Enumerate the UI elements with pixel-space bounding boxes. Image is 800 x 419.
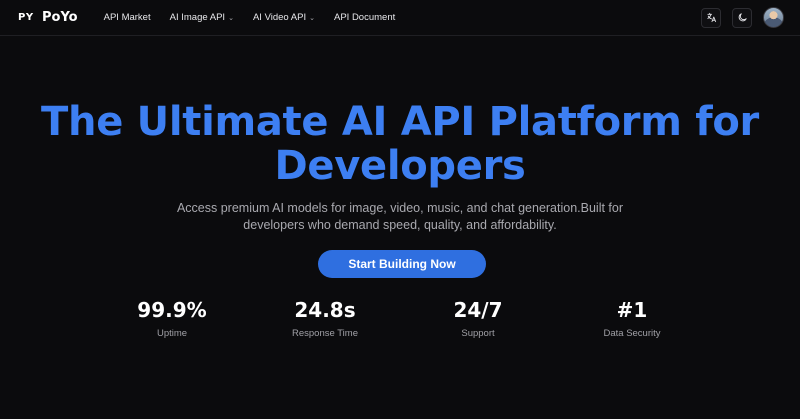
translate-icon — [706, 12, 716, 23]
nav-api-document[interactable]: API Document — [334, 12, 395, 23]
nav-ai-image-api-label: AI Image API — [169, 12, 226, 23]
hero-title: The Ultimate AI API Platform for Develop… — [0, 100, 800, 188]
stat-label: Data Security — [603, 328, 661, 339]
stat-value: 24/7 — [453, 298, 503, 322]
start-building-button[interactable]: Start Building Now — [318, 250, 486, 278]
user-avatar[interactable] — [763, 7, 784, 28]
hero-subtitle-line-1: Access premium AI models for image, vide… — [176, 201, 624, 215]
nav-ai-video-api[interactable]: AI Video API ⌄ — [253, 12, 315, 23]
nav-ai-video-api-label: AI Video API — [252, 12, 307, 23]
brand-mark: PY — [18, 12, 34, 23]
stat-value: 99.9% — [137, 298, 207, 322]
stat-response-time: 24.8s Response Time — [260, 297, 390, 339]
stat-value: 24.8s — [294, 298, 356, 322]
chevron-down-icon: ⌄ — [228, 14, 234, 22]
stat-uptime: 99.9% Uptime — [107, 297, 237, 339]
nav-api-market[interactable]: API Market — [104, 12, 151, 23]
theme-toggle-button[interactable] — [732, 7, 752, 28]
main-nav: API Market AI Image API ⌄ AI Video API ⌄… — [104, 12, 415, 23]
header-actions — [701, 7, 784, 28]
hero-subtitle-line-2: developers who demand speed, quality, an… — [243, 218, 557, 232]
stat-support: 24/7 Support — [413, 297, 543, 339]
brand-name: PoYo — [42, 10, 78, 25]
nav-api-market-label: API Market — [103, 12, 151, 23]
stat-label: Response Time — [291, 328, 358, 339]
chevron-down-icon: ⌄ — [309, 14, 315, 22]
language-button[interactable] — [701, 7, 721, 28]
stat-label: Uptime — [156, 328, 188, 339]
hero-subtitle: Access premium AI models for image, vide… — [150, 200, 650, 234]
nav-api-document-label: API Document — [334, 12, 396, 23]
stat-value: #1 — [616, 298, 648, 322]
brand-logo[interactable]: PY PoYo — [18, 10, 78, 25]
hero-title-line-2: Developers — [274, 143, 526, 189]
moon-icon — [738, 13, 747, 22]
nav-ai-image-api[interactable]: AI Image API ⌄ — [170, 12, 234, 23]
stat-data-security: #1 Data Security — [567, 297, 697, 339]
hero-title-line-1: The Ultimate AI API Platform for — [41, 99, 759, 145]
top-navbar: PY PoYo API Market AI Image API ⌄ AI Vid… — [0, 0, 800, 36]
stat-label: Support — [461, 328, 495, 339]
